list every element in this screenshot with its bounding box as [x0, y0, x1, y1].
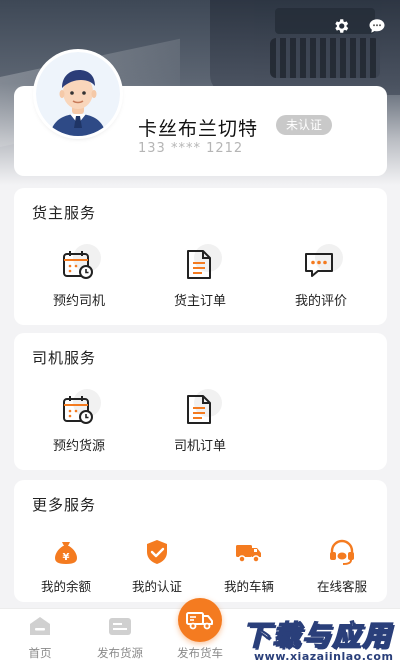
phone-number: 133 **** 1212: [138, 141, 244, 156]
service-label: 货主订单: [173, 294, 226, 309]
calendar-clock-icon: [57, 244, 101, 284]
watermark-url: www.xiazaiinlao.com: [254, 650, 394, 663]
section-title: 更多服务: [32, 496, 97, 514]
document-icon: [178, 389, 222, 429]
service-label: 我的评价: [294, 294, 347, 309]
headset-icon: [328, 538, 356, 566]
nav-home[interactable]: 首页: [0, 615, 80, 661]
my-certification-button[interactable]: 我的认证: [117, 538, 197, 595]
service-label: 在线客服: [316, 579, 367, 594]
truck-icon: [186, 612, 213, 630]
my-vehicles-button[interactable]: 我的车辆: [209, 538, 289, 595]
watermark-title: 下载与应用: [241, 618, 393, 652]
online-support-button[interactable]: 在线客服: [302, 538, 382, 595]
truck-grille: [270, 38, 380, 78]
home-icon: [28, 615, 52, 637]
my-balance-button[interactable]: ¥ 我的余额: [26, 538, 106, 595]
svg-text:¥: ¥: [63, 552, 70, 563]
cargo-owner-services-card: 货主服务 预约司机 货主订单 我的评价: [14, 188, 387, 325]
service-label: 我的认证: [131, 579, 182, 594]
driver-orders-button[interactable]: 司机订单: [145, 389, 255, 454]
service-label: 预约货源: [52, 439, 105, 454]
banner-truck-image: [210, 0, 400, 95]
service-label: 司机订单: [173, 439, 226, 454]
section-title: 司机服务: [32, 349, 97, 367]
section-title: 货主服务: [32, 204, 97, 222]
truck-window: [275, 8, 375, 34]
truck-icon: [235, 538, 263, 566]
publish-truck-button[interactable]: [178, 598, 222, 642]
owner-orders-button[interactable]: 货主订单: [145, 244, 255, 309]
money-bag-icon: ¥: [52, 538, 80, 566]
avatar[interactable]: [36, 52, 120, 136]
certification-status-badge[interactable]: 未认证: [276, 115, 333, 135]
service-label: 预约司机: [52, 294, 105, 309]
service-label: 我的车辆: [223, 579, 274, 594]
site-watermark: 下载与应用 www.xiazaiinlao.com: [238, 612, 398, 666]
gear-icon[interactable]: [331, 16, 351, 36]
comment-icon: [299, 244, 343, 284]
driver-services-card: 司机服务 预约货源 司机订单: [14, 333, 387, 470]
calendar-clock-icon: [57, 389, 101, 429]
service-label: 我的余额: [40, 579, 91, 594]
more-services-card: 更多服务 ¥ 我的余额 我的认证 我的车辆 在线客服: [14, 480, 387, 602]
nav-label: 发布货车: [177, 646, 223, 660]
document-icon: [178, 244, 222, 284]
user-name: 卡丝布兰切特: [138, 118, 259, 140]
chat-bubble-icon[interactable]: [367, 16, 387, 36]
nav-label: 发布货源: [97, 646, 143, 660]
shield-check-icon: [143, 538, 171, 566]
my-reviews-button[interactable]: 我的评价: [266, 244, 376, 309]
book-driver-button[interactable]: 预约司机: [24, 244, 134, 309]
cargo-card-icon: [108, 615, 132, 637]
nav-publish-cargo[interactable]: 发布货源: [80, 615, 160, 661]
nav-label: 首页: [28, 646, 52, 660]
book-cargo-button[interactable]: 预约货源: [24, 389, 134, 454]
